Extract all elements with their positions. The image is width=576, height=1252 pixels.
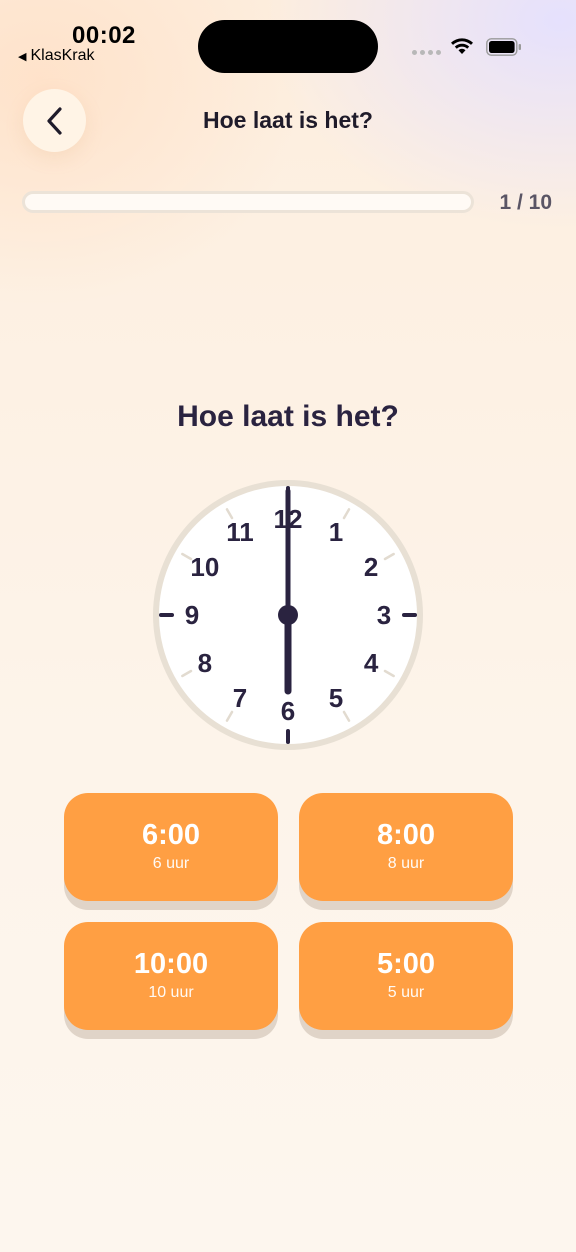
clock-number: 3 <box>377 600 391 630</box>
answer-button-1[interactable]: 6:00 6 uur <box>64 793 278 901</box>
answer-button-2[interactable]: 8:00 8 uur <box>299 793 513 901</box>
answer-button-4[interactable]: 5:00 5 uur <box>299 922 513 1030</box>
cellular-signal-icon <box>412 50 441 55</box>
clock-number: 1 <box>329 517 343 547</box>
clock-number: 4 <box>364 648 379 678</box>
answer-time: 8:00 <box>376 819 436 851</box>
status-bar: 00:02 ◀ KlasKrak <box>0 0 576 80</box>
clock-number: 11 <box>226 517 254 547</box>
answer-time: 5:00 <box>376 948 436 980</box>
wifi-icon <box>451 38 473 54</box>
answer-label: 5 uur <box>387 984 425 1001</box>
clock-number: 10 <box>190 552 219 582</box>
back-to-app-link[interactable]: ◀ KlasKrak <box>18 47 95 65</box>
clock-number: 5 <box>329 683 343 713</box>
answer-button-3[interactable]: 10:00 10 uur <box>64 922 278 1030</box>
clock-number: 2 <box>364 552 378 582</box>
analog-clock: 121234567891011 <box>153 480 423 750</box>
dynamic-island <box>198 20 378 73</box>
answer-label: 10 uur <box>148 984 194 1001</box>
clock-number: 8 <box>198 648 212 678</box>
clock-number: 7 <box>233 683 247 713</box>
progress-bar <box>22 191 474 213</box>
progress-counter: 1 / 10 <box>499 191 552 214</box>
clock-number: 6 <box>281 696 295 726</box>
question-text: Hoe laat is het? <box>177 400 399 433</box>
answer-time: 10:00 <box>133 948 209 980</box>
battery-icon <box>486 38 521 56</box>
answer-label: 8 uur <box>387 855 425 872</box>
status-time: 00:02 <box>72 22 136 49</box>
clock-number: 9 <box>185 600 199 630</box>
answer-label: 6 uur <box>152 855 190 872</box>
back-app-label: KlasKrak <box>30 47 95 64</box>
clock-center-pin <box>278 605 298 625</box>
back-triangle-icon: ◀ <box>18 50 27 63</box>
answer-time: 6:00 <box>141 819 201 851</box>
page-title: Hoe laat is het? <box>203 107 373 133</box>
